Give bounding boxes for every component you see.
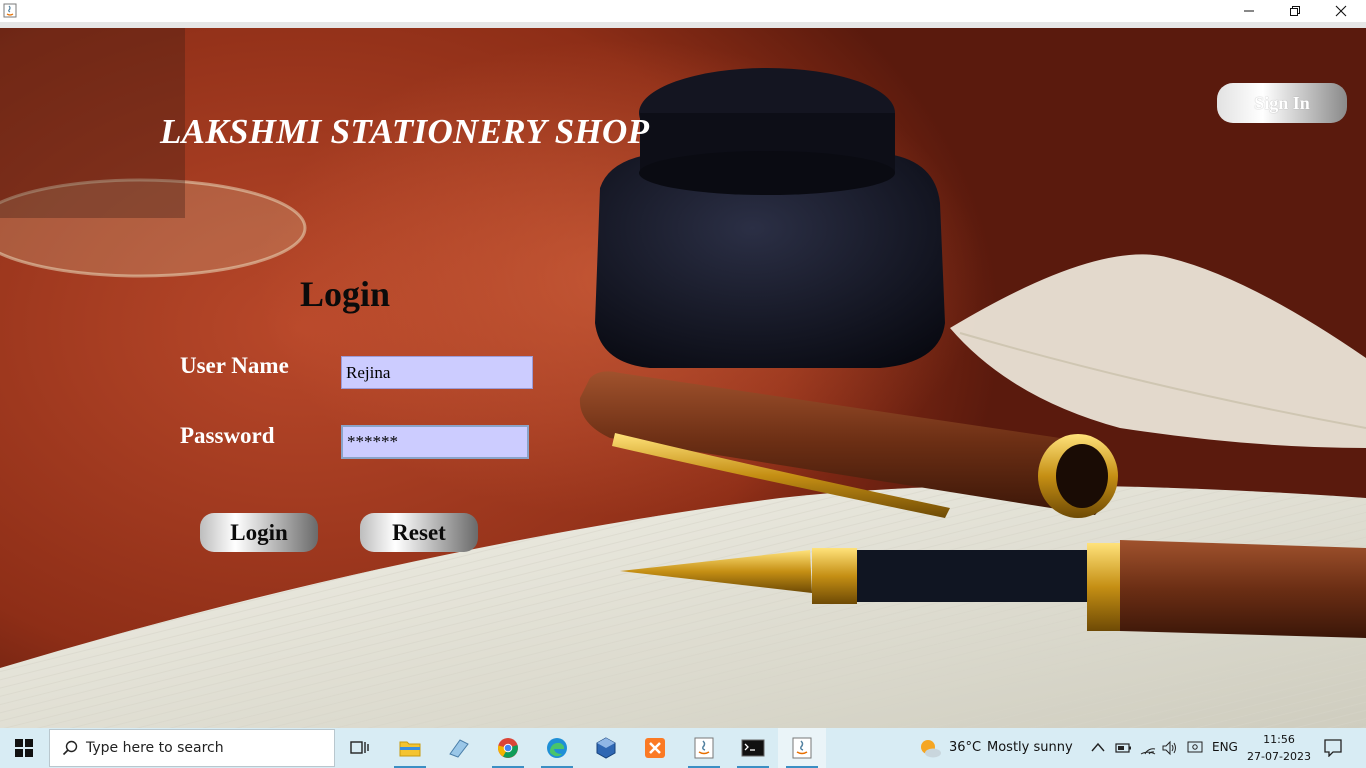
search-icon [62,740,78,756]
windows-start-icon [15,739,33,757]
taskbar-xampp[interactable] [631,728,679,768]
login-button[interactable]: Login [200,513,318,552]
reset-button[interactable]: Reset [360,513,478,552]
login-heading: Login [300,274,391,314]
edge-icon [547,738,567,758]
weather-temp[interactable]: 36°C [949,740,981,755]
chevron-up-icon[interactable] [1091,742,1105,752]
task-view-button[interactable] [336,728,384,768]
paint-icon [449,739,469,758]
clock-time: 11:56 [1263,733,1295,746]
start-button[interactable] [0,728,48,768]
password-input[interactable] [341,425,529,459]
minimize-icon [1244,10,1254,12]
taskbar-java-1[interactable] [680,728,728,768]
java-icon [694,737,714,759]
taskbar-virtualbox[interactable] [582,728,630,768]
taskbar-search-box[interactable]: Type here to search [49,729,335,767]
restore-icon [1290,6,1300,16]
password-label: Password [180,423,275,448]
display-icon[interactable] [1187,740,1203,756]
volume-icon[interactable] [1162,740,1178,756]
shop-title: LAKSHMI STATIONERY SHOP [160,112,650,151]
weather-sun-icon[interactable] [918,737,942,759]
notification-icon[interactable] [1324,739,1342,757]
clock-date: 27-07-2023 [1247,750,1311,763]
search-placeholder: Type here to search [86,740,224,756]
terminal-icon [741,739,765,757]
weather-text[interactable]: Mostly sunny [987,740,1073,755]
taskbar-paint[interactable] [435,728,483,768]
language-indicator[interactable]: ENG [1212,740,1238,754]
xampp-icon [645,738,665,758]
close-button[interactable] [1318,0,1364,22]
battery-icon[interactable] [1115,742,1133,754]
taskbar: Type here to search 36°C Mostly sunny EN… [0,728,1366,768]
taskbar-java-2[interactable] [778,728,826,768]
minimize-button[interactable] [1226,0,1272,22]
java-icon [792,737,812,759]
sign-in-button[interactable]: Sign In [1217,83,1347,123]
virtualbox-icon [596,737,616,759]
wifi-icon[interactable] [1140,740,1156,756]
username-label: User Name [180,353,289,378]
taskbar-file-explorer[interactable] [386,728,434,768]
chrome-icon [498,738,518,758]
restore-button[interactable] [1272,0,1318,22]
close-icon [1335,5,1347,17]
java-icon [3,3,17,18]
taskbar-edge[interactable] [533,728,581,768]
username-input[interactable] [341,356,533,389]
task-view-icon [350,741,369,754]
title-bar [0,0,1366,22]
taskbar-chrome[interactable] [484,728,532,768]
taskbar-terminal[interactable] [729,728,777,768]
file-explorer-icon [399,741,421,757]
clock[interactable]: 11:56 27-07-2023 [1243,731,1315,765]
